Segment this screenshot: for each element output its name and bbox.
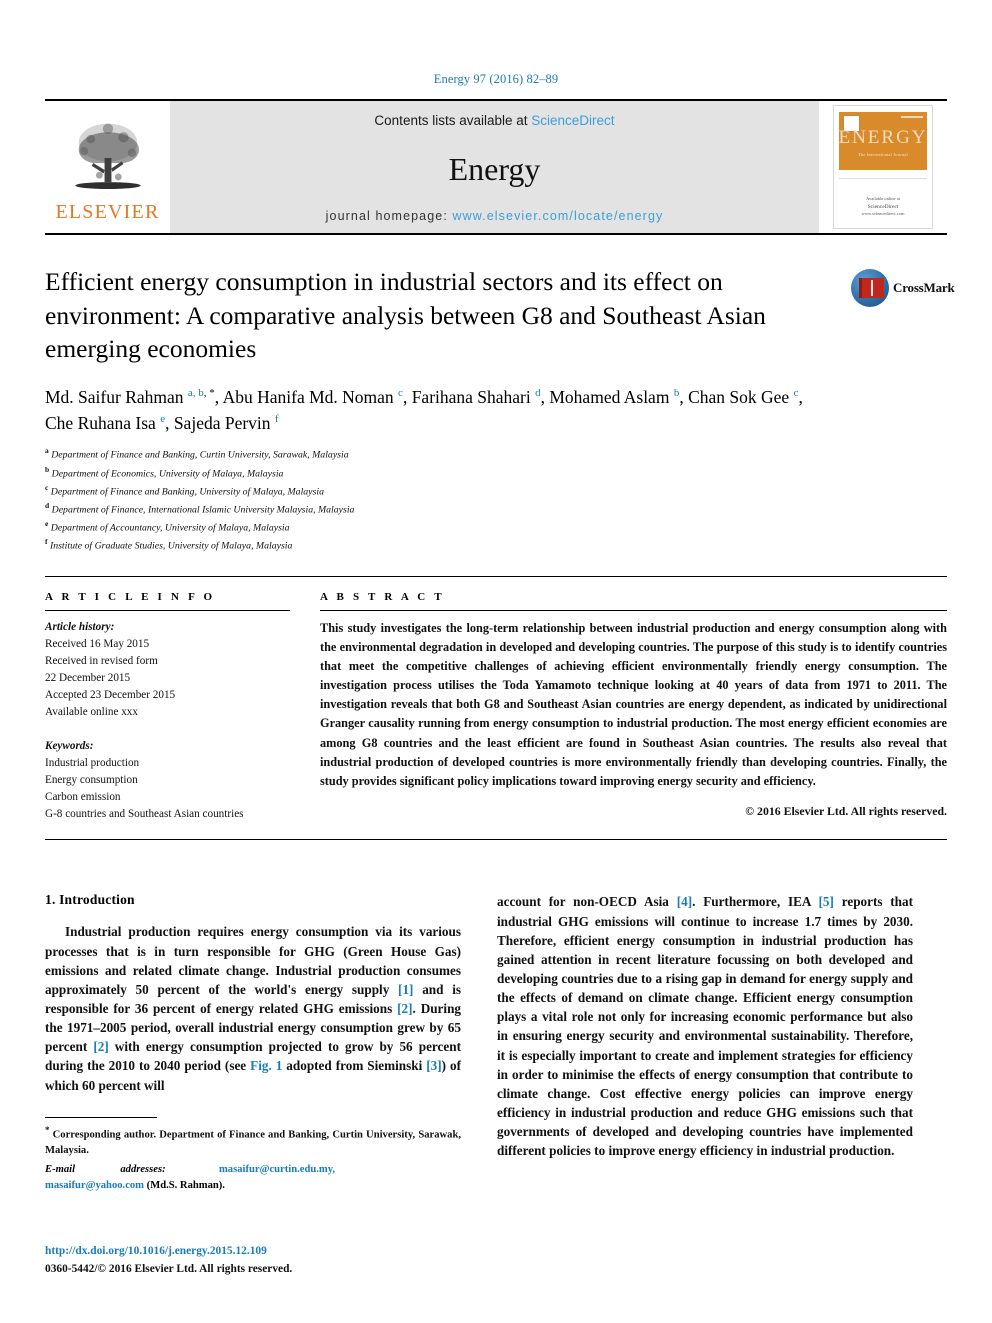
cover-bottom-line1: Available online at <box>866 196 900 202</box>
body-right-column: account for non-OECD Asia [4]. Furthermo… <box>497 892 913 1193</box>
history-line: Received in revised form <box>45 655 158 668</box>
author-list: Md. Saifur Rahman a, b, *, Abu Hanifa Md… <box>45 386 803 434</box>
contents-available-line: Contents lists available at ScienceDirec… <box>374 113 614 128</box>
journal-homepage-line: journal homepage: www.elsevier.com/locat… <box>326 209 664 223</box>
elsevier-logo: ELSEVIER <box>45 101 170 233</box>
page-title: Efficient energy consumption in industri… <box>45 267 766 364</box>
masthead-center: Contents lists available at ScienceDirec… <box>170 101 819 233</box>
email-note: E-mail addresses: masaifur@curtin.edu.my… <box>45 1162 461 1194</box>
crossmark-badge[interactable]: CrossMark <box>851 265 955 311</box>
affiliation-letter: d <box>45 500 50 510</box>
affiliation-item: f Institute of Graduate Studies, Univers… <box>45 536 947 554</box>
keyword-item: Energy consumption <box>45 774 138 787</box>
cover-divider <box>839 178 927 179</box>
keyword-item: Industrial production <box>45 757 140 770</box>
doi-link[interactable]: http://dx.doi.org/10.1016/j.energy.2015.… <box>45 1243 461 1260</box>
issn-copyright-line: 0360-5442/© 2016 Elsevier Ltd. All right… <box>45 1263 293 1276</box>
crossmark-label: CrossMark <box>893 280 955 295</box>
body-columns: 1. Introduction Industrial production re… <box>45 892 947 1193</box>
title-area: Efficient energy consumption in industri… <box>45 265 955 366</box>
history-line: 22 December 2015 <box>45 672 131 685</box>
keywords-block: Keywords: Industrial production Energy c… <box>45 738 290 823</box>
affiliation-item: a Department of Finance and Banking, Cur… <box>45 445 947 463</box>
contents-prefix: Contents lists available at <box>374 113 528 128</box>
article-page: Energy 97 (2016) 82–89 ELSEVIER Contents… <box>0 0 992 1323</box>
email-label: E-mail <box>45 1163 76 1175</box>
history-line: Available online xxx <box>45 706 138 719</box>
keywords-label: Keywords: <box>45 740 94 753</box>
journal-masthead: ELSEVIER Contents lists available at Sci… <box>45 99 947 235</box>
elsevier-wordmark: ELSEVIER <box>55 200 160 223</box>
email-owner: (Md.S. Rahman). <box>146 1179 225 1191</box>
doi-footer: http://dx.doi.org/10.1016/j.energy.2015.… <box>45 1243 461 1278</box>
email-link-primary[interactable]: masaifur@curtin.edu.my, <box>219 1164 335 1175</box>
cover-subtitle: The International Journal <box>858 152 908 157</box>
info-abstract-band: A R T I C L E I N F O Article history: R… <box>45 576 947 841</box>
article-info-column: A R T I C L E I N F O Article history: R… <box>45 591 290 823</box>
cover-title: ENERGY <box>838 127 928 148</box>
running-head: Energy 97 (2016) 82–89 <box>433 72 559 86</box>
addresses-label: addresses: <box>120 1163 166 1175</box>
intro-paragraph-right: account for non-OECD Asia [4]. Furthermo… <box>497 894 914 1159</box>
article-history: Article history: Received 16 May 2015 Re… <box>45 619 290 721</box>
intro-paragraph-left: Industrial production requires energy co… <box>45 924 461 1093</box>
corresponding-author-note: * Corresponding author. Department of Fi… <box>45 1124 461 1157</box>
journal-homepage-link[interactable]: www.elsevier.com/locate/energy <box>452 209 663 223</box>
elsevier-tree-icon <box>74 123 141 189</box>
affiliation-letter: e <box>45 518 49 528</box>
affiliation-letter: b <box>45 464 50 474</box>
abstract-column: A B S T R A C T This study investigates … <box>320 591 947 823</box>
keyword-item: G-8 countries and Southeast Asian countr… <box>45 808 244 821</box>
affiliation-list: a Department of Finance and Banking, Cur… <box>45 445 947 554</box>
affiliation-text: Department of Finance and Banking, Unive… <box>50 485 324 497</box>
cover-top-rule <box>901 116 923 118</box>
cover-bottom-line3: www.sciencedirect.com <box>861 211 905 217</box>
article-history-label: Article history: <box>45 621 115 634</box>
crossmark-icon <box>851 269 889 307</box>
keyword-item: Carbon emission <box>45 791 121 804</box>
affiliation-text: Department of Accountancy, University of… <box>50 522 290 534</box>
journal-name: Energy <box>448 150 541 187</box>
section-heading-introduction: 1. Introduction <box>45 892 135 908</box>
copyright-line: © 2016 Elsevier Ltd. All rights reserved… <box>745 803 947 818</box>
body-left-column: 1. Introduction Industrial production re… <box>45 892 461 1193</box>
abstract-rule <box>320 610 947 612</box>
affiliation-item: c Department of Finance and Banking, Uni… <box>45 482 947 500</box>
affiliation-text: Institute of Graduate Studies, Universit… <box>49 540 293 552</box>
affiliation-text: Department of Economics, University of M… <box>51 467 284 479</box>
sciencedirect-link[interactable]: ScienceDirect <box>531 113 614 128</box>
affiliation-letter: a <box>45 446 49 456</box>
affiliation-letter: f <box>45 537 48 547</box>
affiliation-item: e Department of Accountancy, University … <box>45 518 947 536</box>
cover-thumb: ENERGY The International Journal Availab… <box>833 105 933 229</box>
cover-bottom-text: Available online at ScienceDirect www.sc… <box>834 196 932 218</box>
affiliation-item: d Department of Finance, International I… <box>45 500 947 518</box>
email-link-secondary[interactable]: masaifur@yahoo.com <box>45 1180 144 1191</box>
footnote-rule <box>45 1116 157 1118</box>
article-info-heading: A R T I C L E I N F O <box>45 591 216 604</box>
affiliation-letter: c <box>45 482 49 492</box>
history-line: Received 16 May 2015 <box>45 638 150 651</box>
cover-bottom-line2: ScienceDirect <box>867 204 899 210</box>
article-info-rule <box>45 610 290 612</box>
affiliation-text: Department of Finance and Banking, Curti… <box>51 449 349 461</box>
abstract-heading: A B S T R A C T <box>320 591 445 604</box>
history-line: Accepted 23 December 2015 <box>45 689 176 702</box>
abstract-text: This study investigates the long-term re… <box>320 621 947 788</box>
journal-cover-thumbnail: ENERGY The International Journal Availab… <box>819 101 947 233</box>
homepage-prefix: journal homepage: <box>325 209 448 223</box>
affiliation-item: b Department of Economics, University of… <box>45 464 947 482</box>
affiliation-text: Department of Finance, International Isl… <box>51 504 355 516</box>
crossmark-book-icon <box>859 278 884 298</box>
footnote-block: * Corresponding author. Department of Fi… <box>45 1116 461 1194</box>
